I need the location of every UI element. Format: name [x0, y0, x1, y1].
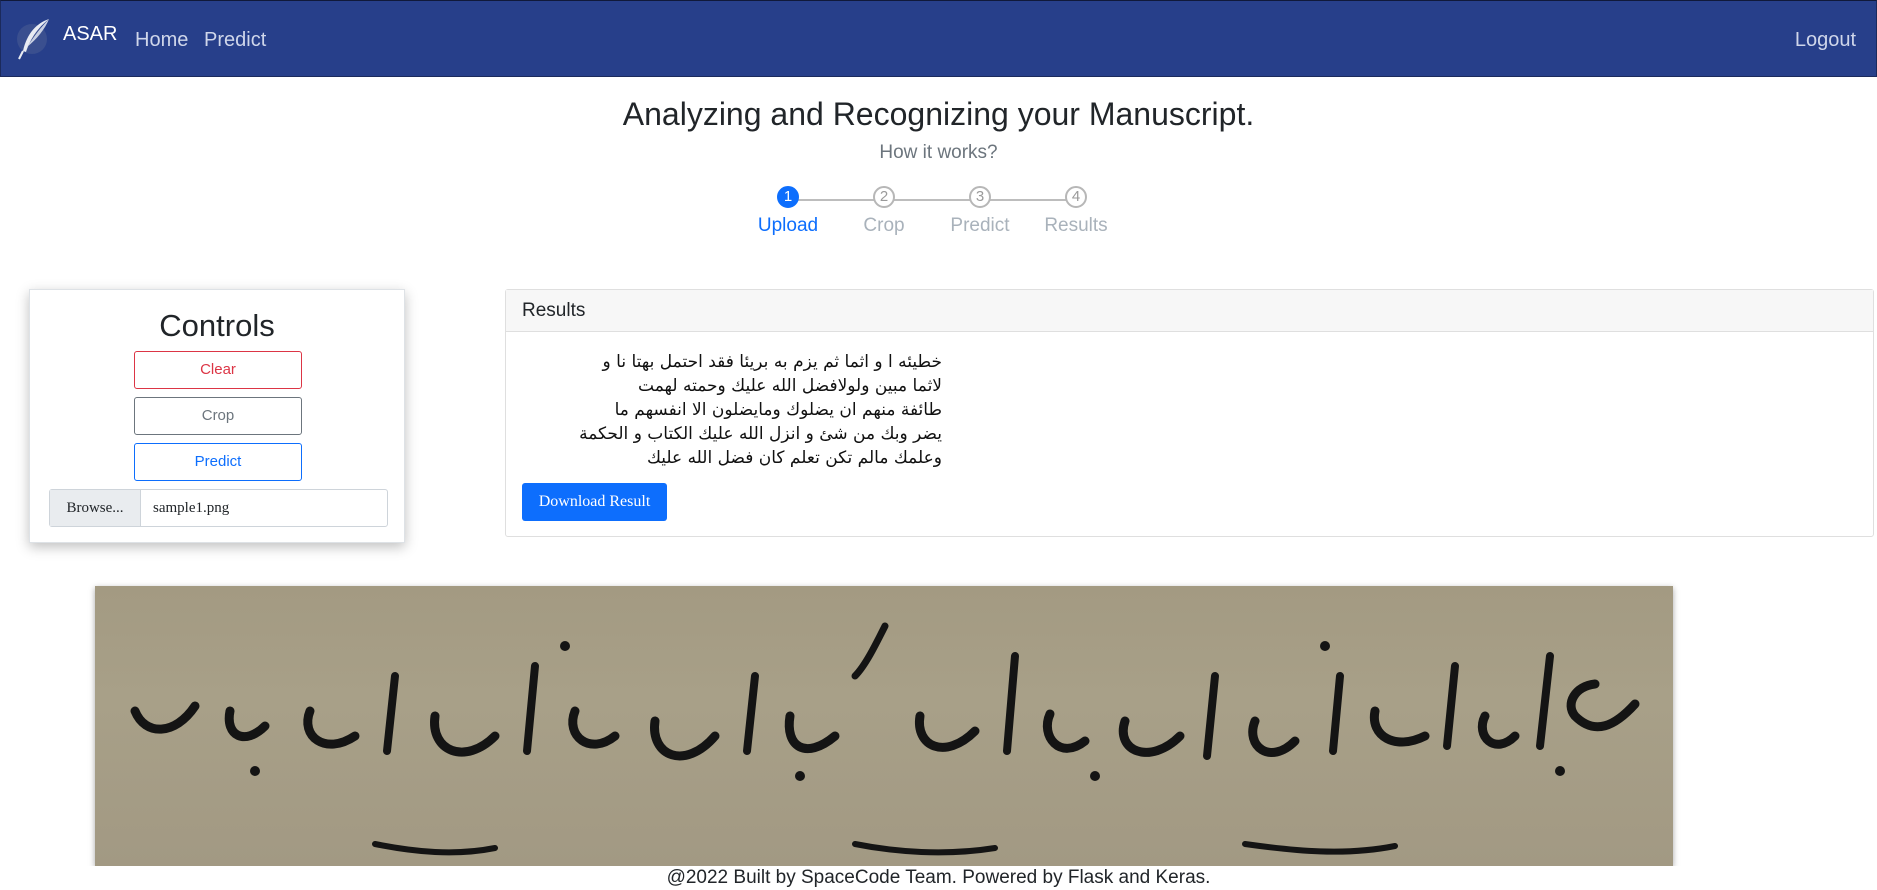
file-input[interactable]: Browse... sample1.png [49, 489, 388, 527]
result-line: خطيئه ا و اثما ثم يزم به بريئا فقد احتمل… [602, 352, 942, 372]
step-label: Crop [863, 215, 905, 236]
step-number: 3 [969, 186, 991, 208]
step-number: 4 [1065, 186, 1087, 208]
manuscript-image [95, 586, 1673, 866]
result-line: طائفة منهم ان يضلوك ومايضلون الا انفسهم … [614, 400, 942, 420]
step-predict: 3 Predict [932, 186, 1028, 237]
nav-predict-link[interactable]: Predict [204, 29, 266, 52]
step-label: Predict [950, 215, 1010, 236]
step-results: 4 Results [1028, 186, 1124, 237]
nav-home-link[interactable]: Home [135, 29, 188, 52]
step-label: Results [1044, 215, 1108, 236]
controls-card: Controls Clear Crop Predict Browse... sa… [29, 289, 405, 543]
nav-logout-link[interactable]: Logout [1795, 29, 1856, 52]
step-crop: 2 Crop [836, 186, 932, 237]
manuscript-calligraphy [130, 622, 1640, 856]
brand-name: ASAR [63, 22, 118, 45]
results-card: Results خطيئه ا و اثما ثم يزم به بريئا ف… [505, 289, 1874, 537]
step-number: 2 [873, 186, 895, 208]
result-text: خطيئه ا و اثما ثم يزم به بريئا فقد احتمل… [522, 350, 942, 470]
result-line: يضر وبك من شئ و انزل الله عليك الكتاب و … [579, 424, 942, 444]
browse-button[interactable]: Browse... [50, 490, 141, 526]
crop-button[interactable]: Crop [134, 397, 302, 435]
predict-button[interactable]: Predict [134, 443, 302, 481]
navbar: ASAR Home Predict Logout [0, 0, 1877, 77]
step-label: Upload [757, 215, 819, 236]
download-result-button[interactable]: Download Result [522, 483, 667, 521]
page-title: Analyzing and Recognizing your Manuscrip… [622, 96, 1255, 132]
result-line: لاثما مبين ولولافضل الله عليك وحمته لهمت [638, 376, 942, 396]
brand[interactable]: ASAR [15, 17, 117, 61]
footer: @2022 Built by SpaceCode Team. Powered b… [0, 866, 1877, 890]
feather-quill-icon [17, 19, 49, 60]
file-name: sample1.png [153, 500, 230, 516]
progress-stepper: 1 Upload 2 Crop 3 Predict 4 Results [740, 186, 1140, 246]
controls-title: Controls [159, 308, 275, 343]
result-line: وعلمك مالم تكن تعلم كان فضل الله عليك [646, 448, 942, 468]
page-subtitle: How it works? [879, 142, 998, 163]
results-header: Results [506, 290, 1873, 332]
step-number: 1 [777, 186, 799, 208]
clear-button[interactable]: Clear [134, 351, 302, 389]
step-upload: 1 Upload [740, 186, 836, 237]
